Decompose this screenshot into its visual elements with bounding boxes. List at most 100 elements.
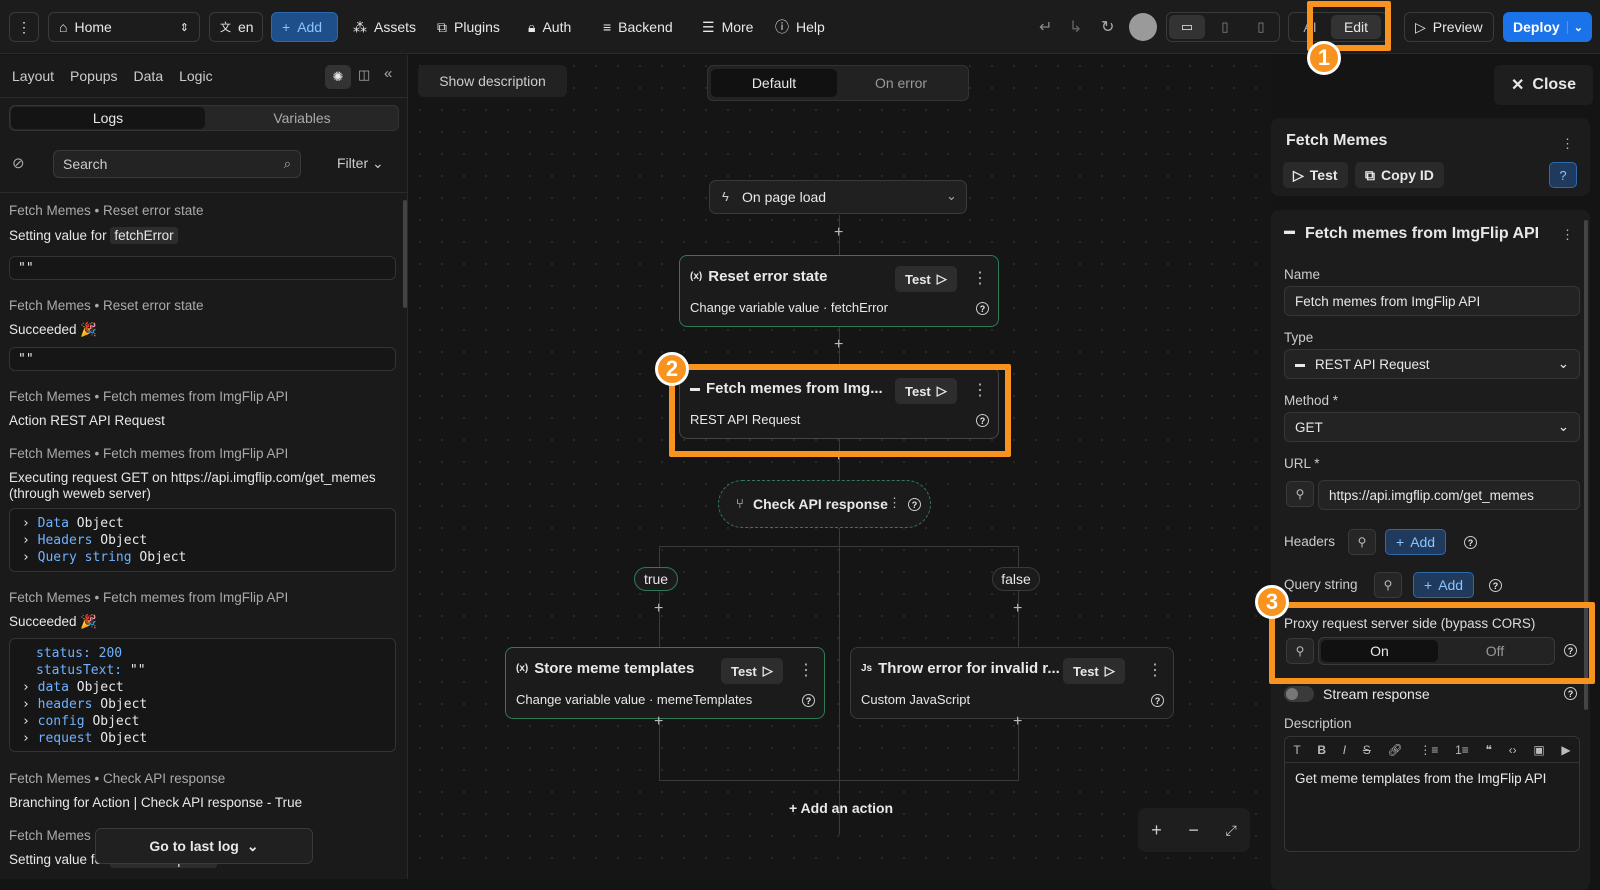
- quote-icon[interactable]: ❝: [1485, 743, 1491, 757]
- bind-formula-icon[interactable]: ⚲: [1374, 572, 1402, 598]
- action-node-throw-error[interactable]: Js Throw error for invalid r... Test ▷ ⋮ C…: [850, 647, 1174, 719]
- help-icon[interactable]: ?: [1489, 579, 1502, 592]
- video-icon[interactable]: ▶: [1561, 743, 1570, 757]
- tree-row[interactable]: › headers Object: [22, 696, 383, 713]
- more-options-icon[interactable]: ⋮: [888, 495, 901, 511]
- help-icon[interactable]: ?: [802, 694, 815, 707]
- method-select[interactable]: GET ⌄: [1284, 412, 1580, 442]
- add-header-button[interactable]: + Add: [1385, 529, 1447, 555]
- copy-id-button[interactable]: ⧉ Copy ID: [1355, 162, 1444, 188]
- type-select[interactable]: ▬ REST API Request ⌄: [1284, 349, 1580, 379]
- language-selector[interactable]: 文 en: [209, 12, 263, 42]
- tree-row[interactable]: › Data Object: [22, 515, 383, 532]
- bind-formula-icon[interactable]: ⚲: [1286, 481, 1314, 507]
- clear-logs-icon[interactable]: ⊘: [12, 154, 25, 172]
- strikethrough-icon[interactable]: S: [1363, 743, 1371, 757]
- add-step-plus-icon[interactable]: +: [834, 336, 843, 354]
- more-options-icon[interactable]: ⋮: [972, 268, 988, 288]
- italic-icon[interactable]: I: [1343, 743, 1346, 757]
- zoom-in-icon[interactable]: +: [1151, 820, 1162, 841]
- name-input[interactable]: Fetch memes from ImgFlip API: [1284, 286, 1580, 316]
- mobile-icon[interactable]: ▯: [1243, 13, 1279, 41]
- image-icon[interactable]: ▣: [1533, 743, 1544, 757]
- tree-row[interactable]: › config Object: [22, 713, 383, 730]
- description-editor[interactable]: T B I S 🔗︎ ⋮≡ 1≡ ❝ ‹› ▣ ▶ Get meme templates from …: [1284, 736, 1580, 852]
- go-to-last-log-button[interactable]: Go to last log ⌄: [95, 828, 313, 864]
- code-tree[interactable]: › Data Object › Headers Object › Query s…: [9, 508, 396, 572]
- action-node-reset-error[interactable]: (x) Reset error state Test ▷ ⋮ Change vari…: [679, 255, 999, 327]
- preview-button[interactable]: ▷ Preview: [1404, 12, 1494, 42]
- test-button[interactable]: Test ▷: [721, 658, 783, 684]
- workflow-test-button[interactable]: ▷ Test: [1283, 162, 1348, 188]
- tab-default[interactable]: Default: [711, 69, 837, 97]
- numbered-list-icon[interactable]: 1≡: [1455, 743, 1469, 757]
- filter-button[interactable]: Filter ⌄: [337, 155, 384, 172]
- refresh-icon[interactable]: ↻: [1101, 12, 1114, 42]
- tab-on-error[interactable]: On error: [837, 69, 965, 97]
- code-tree[interactable]: status: 200 statusText: "" › data Object…: [9, 638, 396, 752]
- bullet-list-icon[interactable]: ⋮≡: [1419, 743, 1438, 757]
- deploy-button[interactable]: Deploy ⌄: [1503, 12, 1592, 42]
- more-options-icon[interactable]: ⋮: [1147, 660, 1163, 680]
- test-button[interactable]: Test ▷: [895, 266, 957, 292]
- variables-tab[interactable]: Variables: [206, 106, 398, 130]
- help-icon[interactable]: ?: [1151, 694, 1164, 707]
- text-style-icon[interactable]: T: [1293, 743, 1300, 757]
- tab-popups[interactable]: Popups: [70, 68, 117, 84]
- more-options-icon[interactable]: ⋮: [1561, 227, 1574, 243]
- tab-layout[interactable]: Layout: [12, 68, 54, 84]
- add-step-plus-icon[interactable]: +: [654, 713, 663, 731]
- tree-row[interactable]: › data Object: [22, 679, 383, 696]
- zoom-out-icon[interactable]: −: [1188, 820, 1199, 841]
- add-button[interactable]: + Add: [271, 12, 338, 42]
- add-action-button[interactable]: + Add an action: [789, 800, 893, 816]
- avatar[interactable]: [1129, 13, 1157, 41]
- auth-button[interactable]: 🔒︎ Auth: [528, 12, 571, 42]
- help-icon[interactable]: ?: [976, 302, 989, 315]
- plugins-button[interactable]: ⧉ Plugins: [437, 12, 500, 42]
- menu-icon[interactable]: ⋮: [9, 12, 39, 42]
- tablet-icon[interactable]: ▯: [1207, 13, 1243, 41]
- search-input[interactable]: Search ⌕: [53, 150, 301, 178]
- fit-view-icon[interactable]: ⤢: [1225, 822, 1236, 839]
- desktop-icon[interactable]: ▭: [1169, 15, 1205, 39]
- scrollbar[interactable]: [403, 200, 407, 308]
- chevron-down-icon[interactable]: ⌄: [1566, 20, 1583, 34]
- help-icon[interactable]: ?: [1564, 687, 1577, 700]
- assets-button[interactable]: ⁂ Assets: [353, 12, 416, 42]
- add-step-plus-icon[interactable]: +: [834, 224, 843, 242]
- tab-data[interactable]: Data: [134, 68, 164, 84]
- link-icon[interactable]: 🔗︎: [1387, 743, 1402, 757]
- help-icon[interactable]: ?: [1549, 162, 1577, 188]
- undo-icon[interactable]: ↵: [1039, 12, 1052, 42]
- collapse-icon[interactable]: «: [384, 65, 392, 82]
- logs-tab[interactable]: Logs: [11, 107, 205, 129]
- backend-button[interactable]: ≡ Backend: [603, 12, 673, 42]
- test-button[interactable]: Test ▷: [1063, 658, 1125, 684]
- debug-icon[interactable]: ✺: [325, 65, 351, 89]
- stream-response-toggle[interactable]: [1284, 686, 1314, 702]
- help-icon[interactable]: ?: [1464, 536, 1477, 549]
- more-button[interactable]: ☰ More: [702, 12, 753, 42]
- tree-row[interactable]: › Headers Object: [22, 532, 383, 549]
- tree-row[interactable]: › Query string Object: [22, 549, 383, 566]
- add-step-plus-icon[interactable]: +: [1013, 713, 1022, 731]
- add-query-button[interactable]: + Add: [1413, 572, 1475, 598]
- trigger-select[interactable]: ϟ On page load ⌄: [709, 180, 967, 214]
- bold-icon[interactable]: B: [1317, 743, 1326, 757]
- add-step-plus-icon[interactable]: +: [1013, 600, 1022, 618]
- show-description-button[interactable]: Show description: [418, 65, 567, 97]
- action-node-store-memes[interactable]: (x) Store meme templates Test ▷ ⋮ Change v…: [505, 647, 825, 719]
- page-selector[interactable]: ⌂ Home ⇕: [48, 12, 200, 42]
- tab-logic[interactable]: Logic: [179, 68, 212, 84]
- close-button[interactable]: ✕ Close: [1494, 65, 1593, 105]
- redo-icon[interactable]: ↳: [1069, 12, 1082, 42]
- help-icon[interactable]: ?: [908, 498, 921, 511]
- url-input[interactable]: https://api.imgflip.com/get_memes: [1318, 480, 1580, 510]
- add-step-plus-icon[interactable]: +: [654, 600, 663, 618]
- code-icon[interactable]: ‹›: [1509, 743, 1517, 757]
- tree-row[interactable]: › request Object: [22, 730, 383, 747]
- branch-node-check-api[interactable]: ⑂ Check API response ⋮ ?: [718, 480, 931, 528]
- help-button[interactable]: ⓘ Help: [775, 12, 825, 42]
- panel-layout-icon[interactable]: ◫: [358, 67, 370, 83]
